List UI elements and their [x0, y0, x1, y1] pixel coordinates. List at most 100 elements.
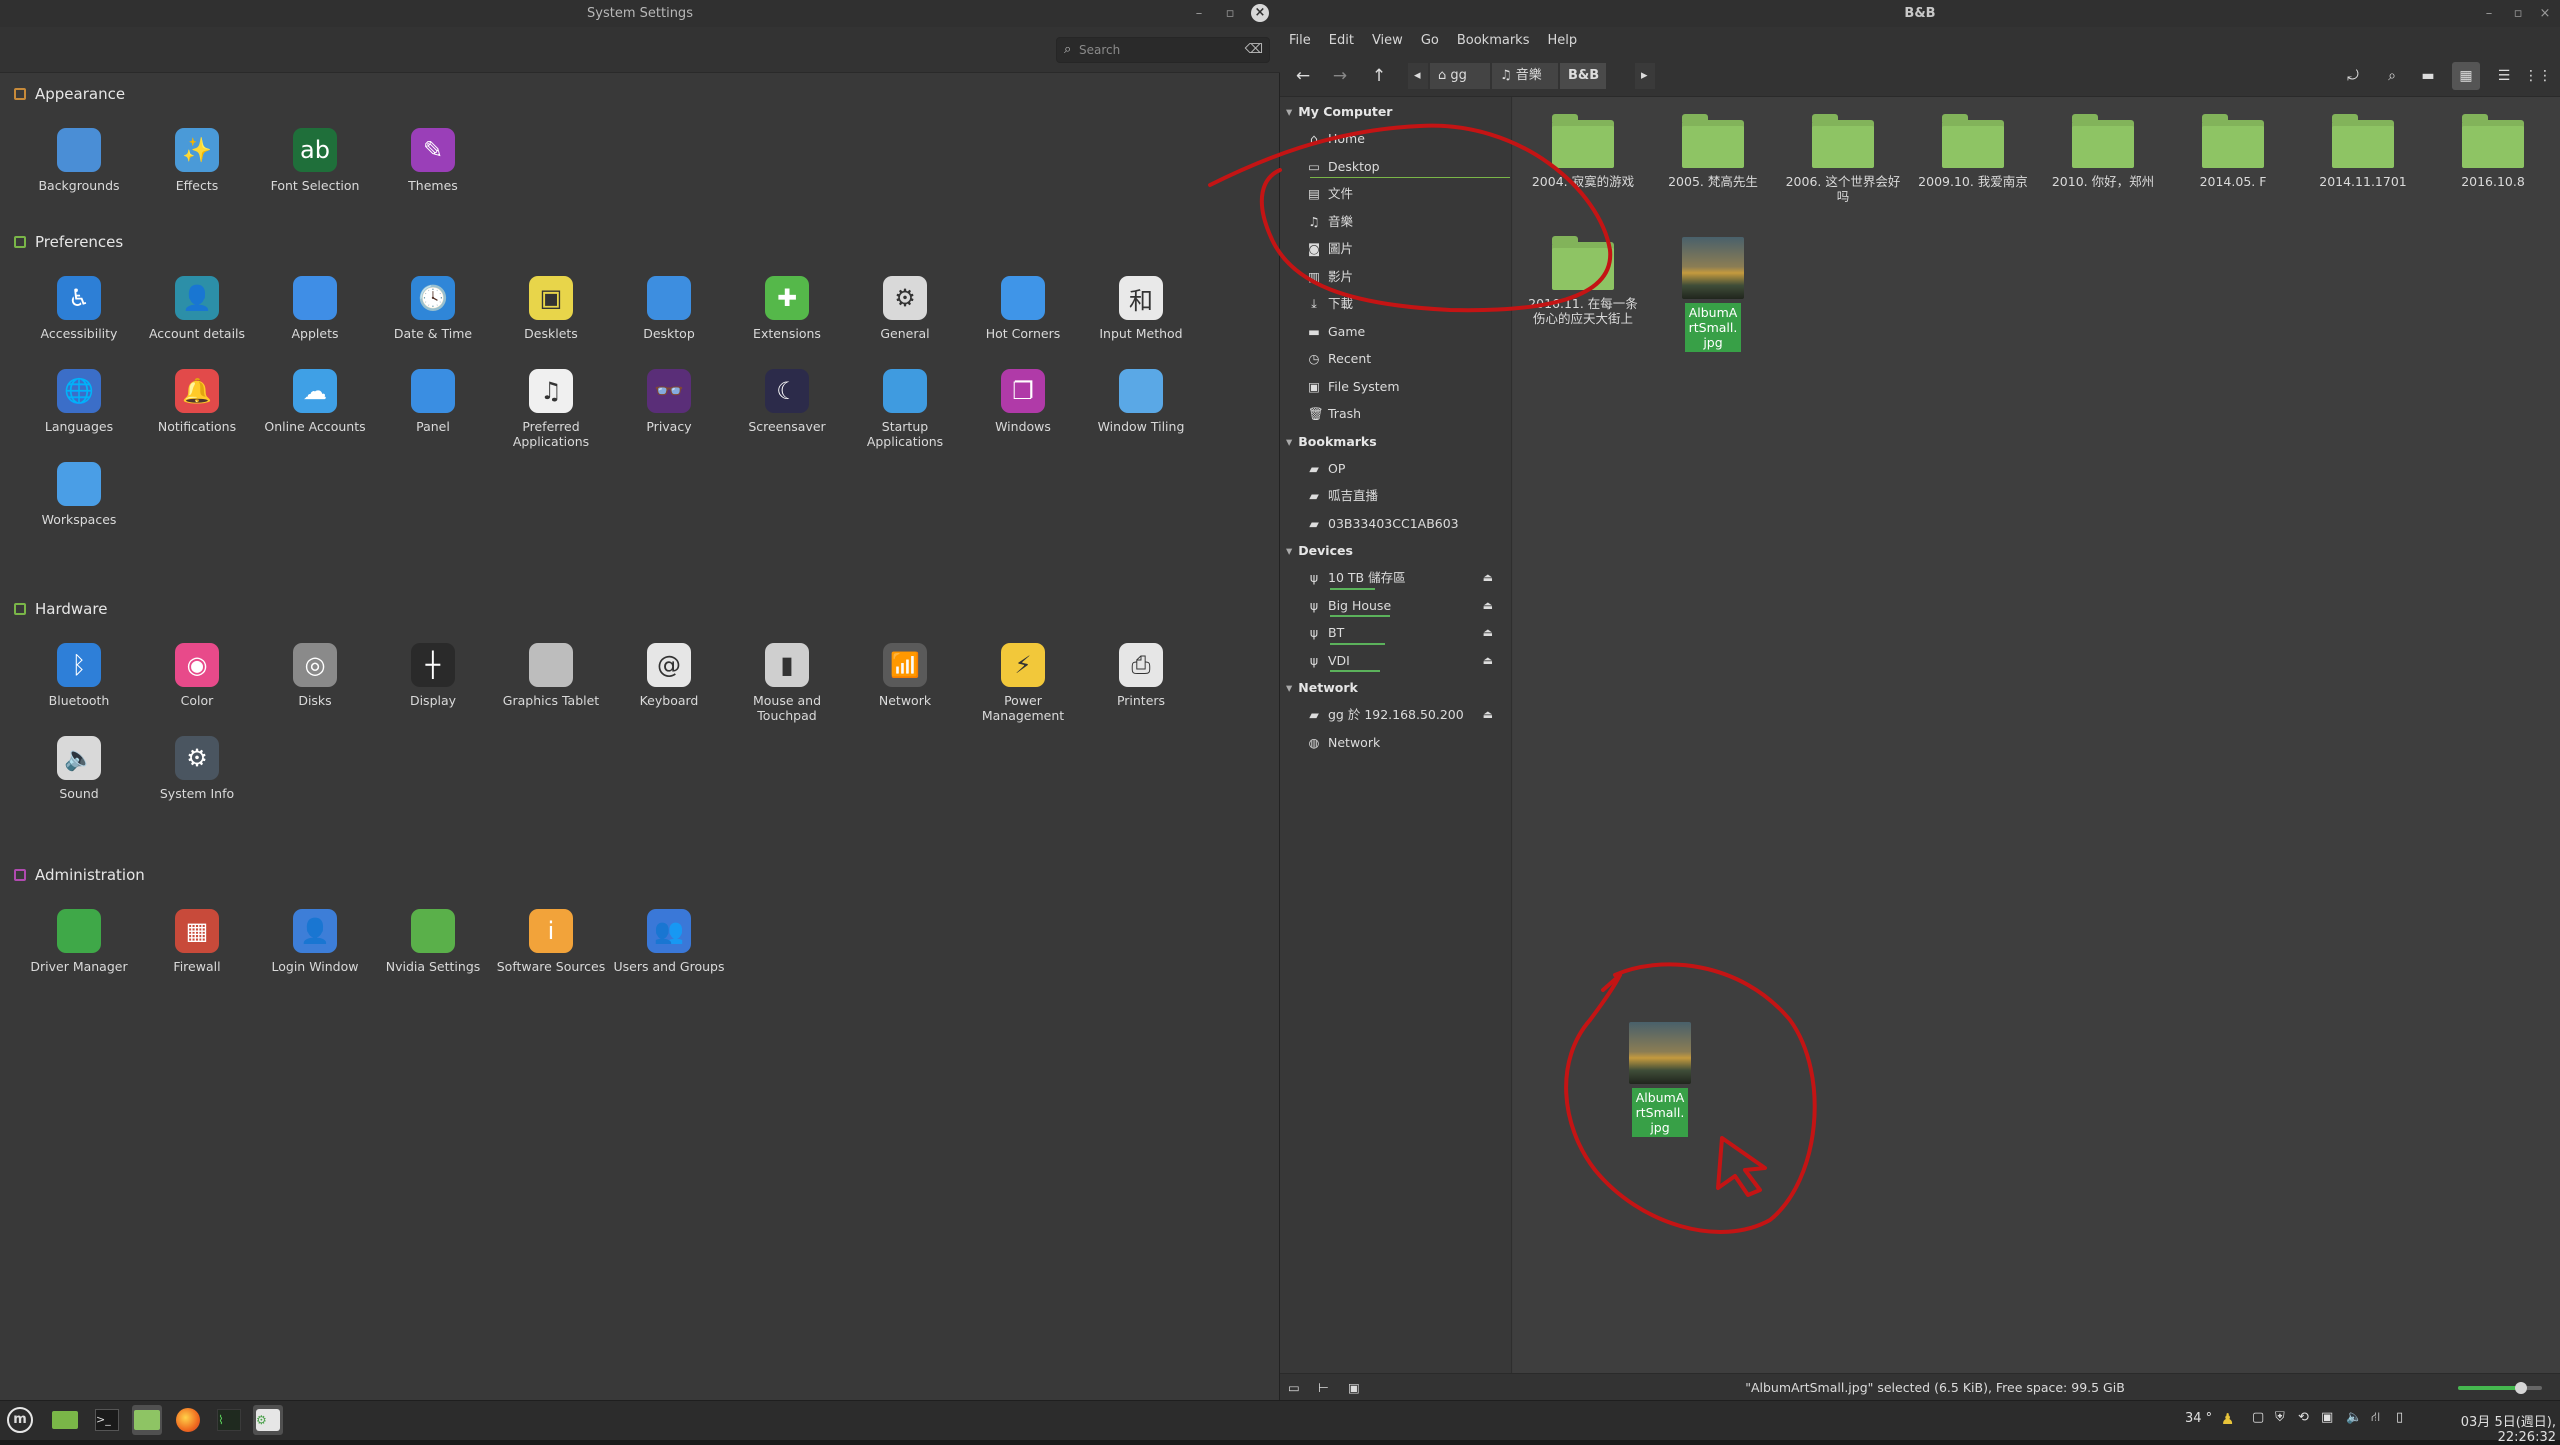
- eject-icon[interactable]: ⏏: [1483, 564, 1493, 592]
- sidebar-item[interactable]: ψ BT ⏏: [1280, 619, 1511, 647]
- file-view[interactable]: 2004. 寂寞的游戏 2005. 梵高先生 2006. 这个世界会好吗 2009.1…: [1513, 97, 2560, 1373]
- settings-tile-power-management[interactable]: ⚡ Power Management: [964, 634, 1082, 727]
- sidebar-item[interactable]: ψ 10 TB 儲存區 ⏏: [1280, 564, 1511, 592]
- search-input[interactable]: ⌕ Search ⌫: [1056, 37, 1270, 63]
- menu-edit[interactable]: Edit: [1329, 27, 1354, 55]
- sidebar-item[interactable]: ⤓ 下載: [1280, 290, 1511, 318]
- sidebar-item[interactable]: ⌂ Home: [1280, 125, 1511, 153]
- close-icon[interactable]: ×: [1251, 4, 1269, 22]
- system-monitor-icon[interactable]: ⌇: [214, 1405, 244, 1435]
- breadcrumb-left-icon[interactable]: ◂: [1408, 63, 1428, 89]
- settings-tile-system-info[interactable]: ⚙ System Info: [138, 727, 256, 820]
- settings-tile-driver-manager[interactable]: Driver Manager: [20, 900, 138, 993]
- sidebar-item[interactable]: ◷ Recent: [1280, 345, 1511, 373]
- settings-tile-notifications[interactable]: 🔔 Notifications: [138, 360, 256, 453]
- settings-tile-online-accounts[interactable]: ☁ Online Accounts: [256, 360, 374, 453]
- sidebar-item[interactable]: ◍ Network: [1280, 729, 1511, 757]
- sidebar-item[interactable]: ▤ 文件: [1280, 180, 1511, 208]
- menu-view[interactable]: View: [1372, 27, 1403, 55]
- keyboard-layout-icon[interactable]: ▣: [2321, 1410, 2333, 1425]
- sidebar-item[interactable]: ψ Big House ⏏: [1280, 592, 1511, 620]
- fm-close-icon[interactable]: ×: [2536, 5, 2554, 23]
- settings-tile-date-time[interactable]: 🕓 Date & Time: [374, 267, 492, 360]
- folder-item[interactable]: 2014.11.1701: [2298, 97, 2428, 189]
- settings-tile-desktop[interactable]: Desktop: [610, 267, 728, 360]
- file-item-selected[interactable]: AlbumArtSmall.jpg: [1648, 237, 1778, 352]
- settings-tile-window-tiling[interactable]: Window Tiling: [1082, 360, 1200, 453]
- settings-tile-users-groups[interactable]: 👥 Users and Groups: [610, 900, 728, 993]
- fm-maximize-icon[interactable]: ▫: [2509, 5, 2527, 23]
- breadcrumb-right-icon[interactable]: ▸: [1635, 63, 1655, 89]
- folder-item[interactable]: 2016.10.8: [2428, 97, 2558, 189]
- settings-tile-accessibility[interactable]: ♿ Accessibility: [20, 267, 138, 360]
- sidebar-item[interactable]: ▰ gg 於 192.168.50.200 ⏏: [1280, 701, 1511, 729]
- file-item-dragged[interactable]: AlbumArtSmall.jpg: [1595, 1022, 1725, 1137]
- settings-tile-font-selection[interactable]: ab Font Selection: [256, 119, 374, 212]
- settings-tile-extensions[interactable]: ✚ Extensions: [728, 267, 846, 360]
- eject-icon[interactable]: ⏏: [1483, 592, 1493, 620]
- system-settings-taskbar-icon[interactable]: ⚙: [253, 1405, 283, 1435]
- settings-tile-hot-corners[interactable]: Hot Corners: [964, 267, 1082, 360]
- volume-icon[interactable]: 🔈: [2346, 1410, 2362, 1425]
- settings-tile-account-details[interactable]: 👤 Account details: [138, 267, 256, 360]
- clipboard-icon[interactable]: ▢: [2252, 1410, 2264, 1425]
- maximize-icon[interactable]: ▫: [1221, 5, 1239, 23]
- sidebar-header[interactable]: ▾ Network: [1280, 674, 1511, 701]
- sidebar-item[interactable]: ▥ 影片: [1280, 263, 1511, 291]
- fm-titlebar[interactable]: B&B: [1280, 0, 2560, 27]
- breadcrumb-current[interactable]: B&B: [1560, 63, 1606, 89]
- settings-tile-languages[interactable]: 🌐 Languages: [20, 360, 138, 453]
- sidebar-item[interactable]: ψ VDI ⏏: [1280, 647, 1511, 675]
- firefox-icon[interactable]: [173, 1405, 203, 1435]
- settings-tile-login-window[interactable]: 👤 Login Window: [256, 900, 374, 993]
- menu-file[interactable]: File: [1289, 27, 1311, 55]
- settings-tile-sound[interactable]: 🔈 Sound: [20, 727, 138, 820]
- folder-item[interactable]: 2005. 梵高先生: [1648, 97, 1778, 189]
- files-icon[interactable]: [132, 1405, 162, 1435]
- settings-tile-general[interactable]: ⚙ General: [846, 267, 964, 360]
- settings-tile-printers[interactable]: ⎙ Printers: [1082, 634, 1200, 727]
- sidebar-item[interactable]: 🗑 Trash: [1280, 400, 1511, 428]
- new-folder-icon[interactable]: ▬: [2414, 62, 2442, 90]
- settings-tile-input-method[interactable]: 和 Input Method: [1082, 267, 1200, 360]
- settings-tile-applets[interactable]: Applets: [256, 267, 374, 360]
- settings-tile-effects[interactable]: ✨ Effects: [138, 119, 256, 212]
- settings-tile-themes[interactable]: ✎ Themes: [374, 119, 492, 212]
- folder-item[interactable]: 2004. 寂寞的游戏: [1518, 97, 1648, 189]
- settings-tile-backgrounds[interactable]: Backgrounds: [20, 119, 138, 212]
- settings-tile-software-sources[interactable]: i Software Sources: [492, 900, 610, 993]
- settings-tile-screensaver[interactable]: ☾ Screensaver: [728, 360, 846, 453]
- sidebar-item[interactable]: ▣ File System: [1280, 373, 1511, 401]
- expander-icon[interactable]: ▾: [1286, 674, 1292, 701]
- sidebar-item[interactable]: ▬ Game: [1280, 318, 1511, 346]
- zoom-slider[interactable]: [2458, 1382, 2542, 1394]
- settings-tile-color[interactable]: ◉ Color: [138, 634, 256, 727]
- expander-icon[interactable]: ▾: [1286, 98, 1292, 125]
- back-icon[interactable]: ←: [1289, 62, 1317, 90]
- expander-icon[interactable]: ▾: [1286, 428, 1292, 455]
- sidebar-item[interactable]: ▭ Desktop: [1280, 153, 1511, 181]
- menu-bookmarks[interactable]: Bookmarks: [1457, 27, 1530, 55]
- list-view-icon[interactable]: ☰: [2490, 62, 2518, 90]
- sidebar-item[interactable]: ▰ 03B33403CC1AB603: [1280, 510, 1511, 538]
- folder-item[interactable]: 2010. 你好，郑州: [2038, 97, 2168, 189]
- settings-tile-disks[interactable]: ◎ Disks: [256, 634, 374, 727]
- sidebar-item[interactable]: ▰ OP: [1280, 455, 1511, 483]
- menu-help[interactable]: Help: [1547, 27, 1577, 55]
- settings-titlebar[interactable]: System Settings: [0, 0, 1280, 27]
- settings-tile-network[interactable]: 📶 Network: [846, 634, 964, 727]
- settings-tile-privacy[interactable]: 👓 Privacy: [610, 360, 728, 453]
- sidebar-header[interactable]: ▾ My Computer: [1280, 98, 1511, 125]
- sidebar-item[interactable]: ◙ 圖片: [1280, 235, 1511, 263]
- forward-icon[interactable]: →: [1326, 62, 1354, 90]
- battery-icon[interactable]: ▯: [2396, 1410, 2403, 1425]
- folder-item[interactable]: 2009.10. 我爱南京: [1908, 97, 2038, 189]
- up-icon[interactable]: ↑: [1365, 62, 1393, 90]
- folder-item[interactable]: 2014.05. F: [2168, 97, 2298, 189]
- show-desktop-icon[interactable]: [50, 1405, 80, 1435]
- fm-search-icon[interactable]: ⌕: [2378, 62, 2406, 90]
- breadcrumb-gg[interactable]: ⌂ gg: [1430, 63, 1490, 89]
- menu-go[interactable]: Go: [1421, 27, 1439, 55]
- menu-icon[interactable]: m: [5, 1405, 35, 1435]
- breadcrumb-music[interactable]: ♫ 音樂: [1492, 63, 1558, 89]
